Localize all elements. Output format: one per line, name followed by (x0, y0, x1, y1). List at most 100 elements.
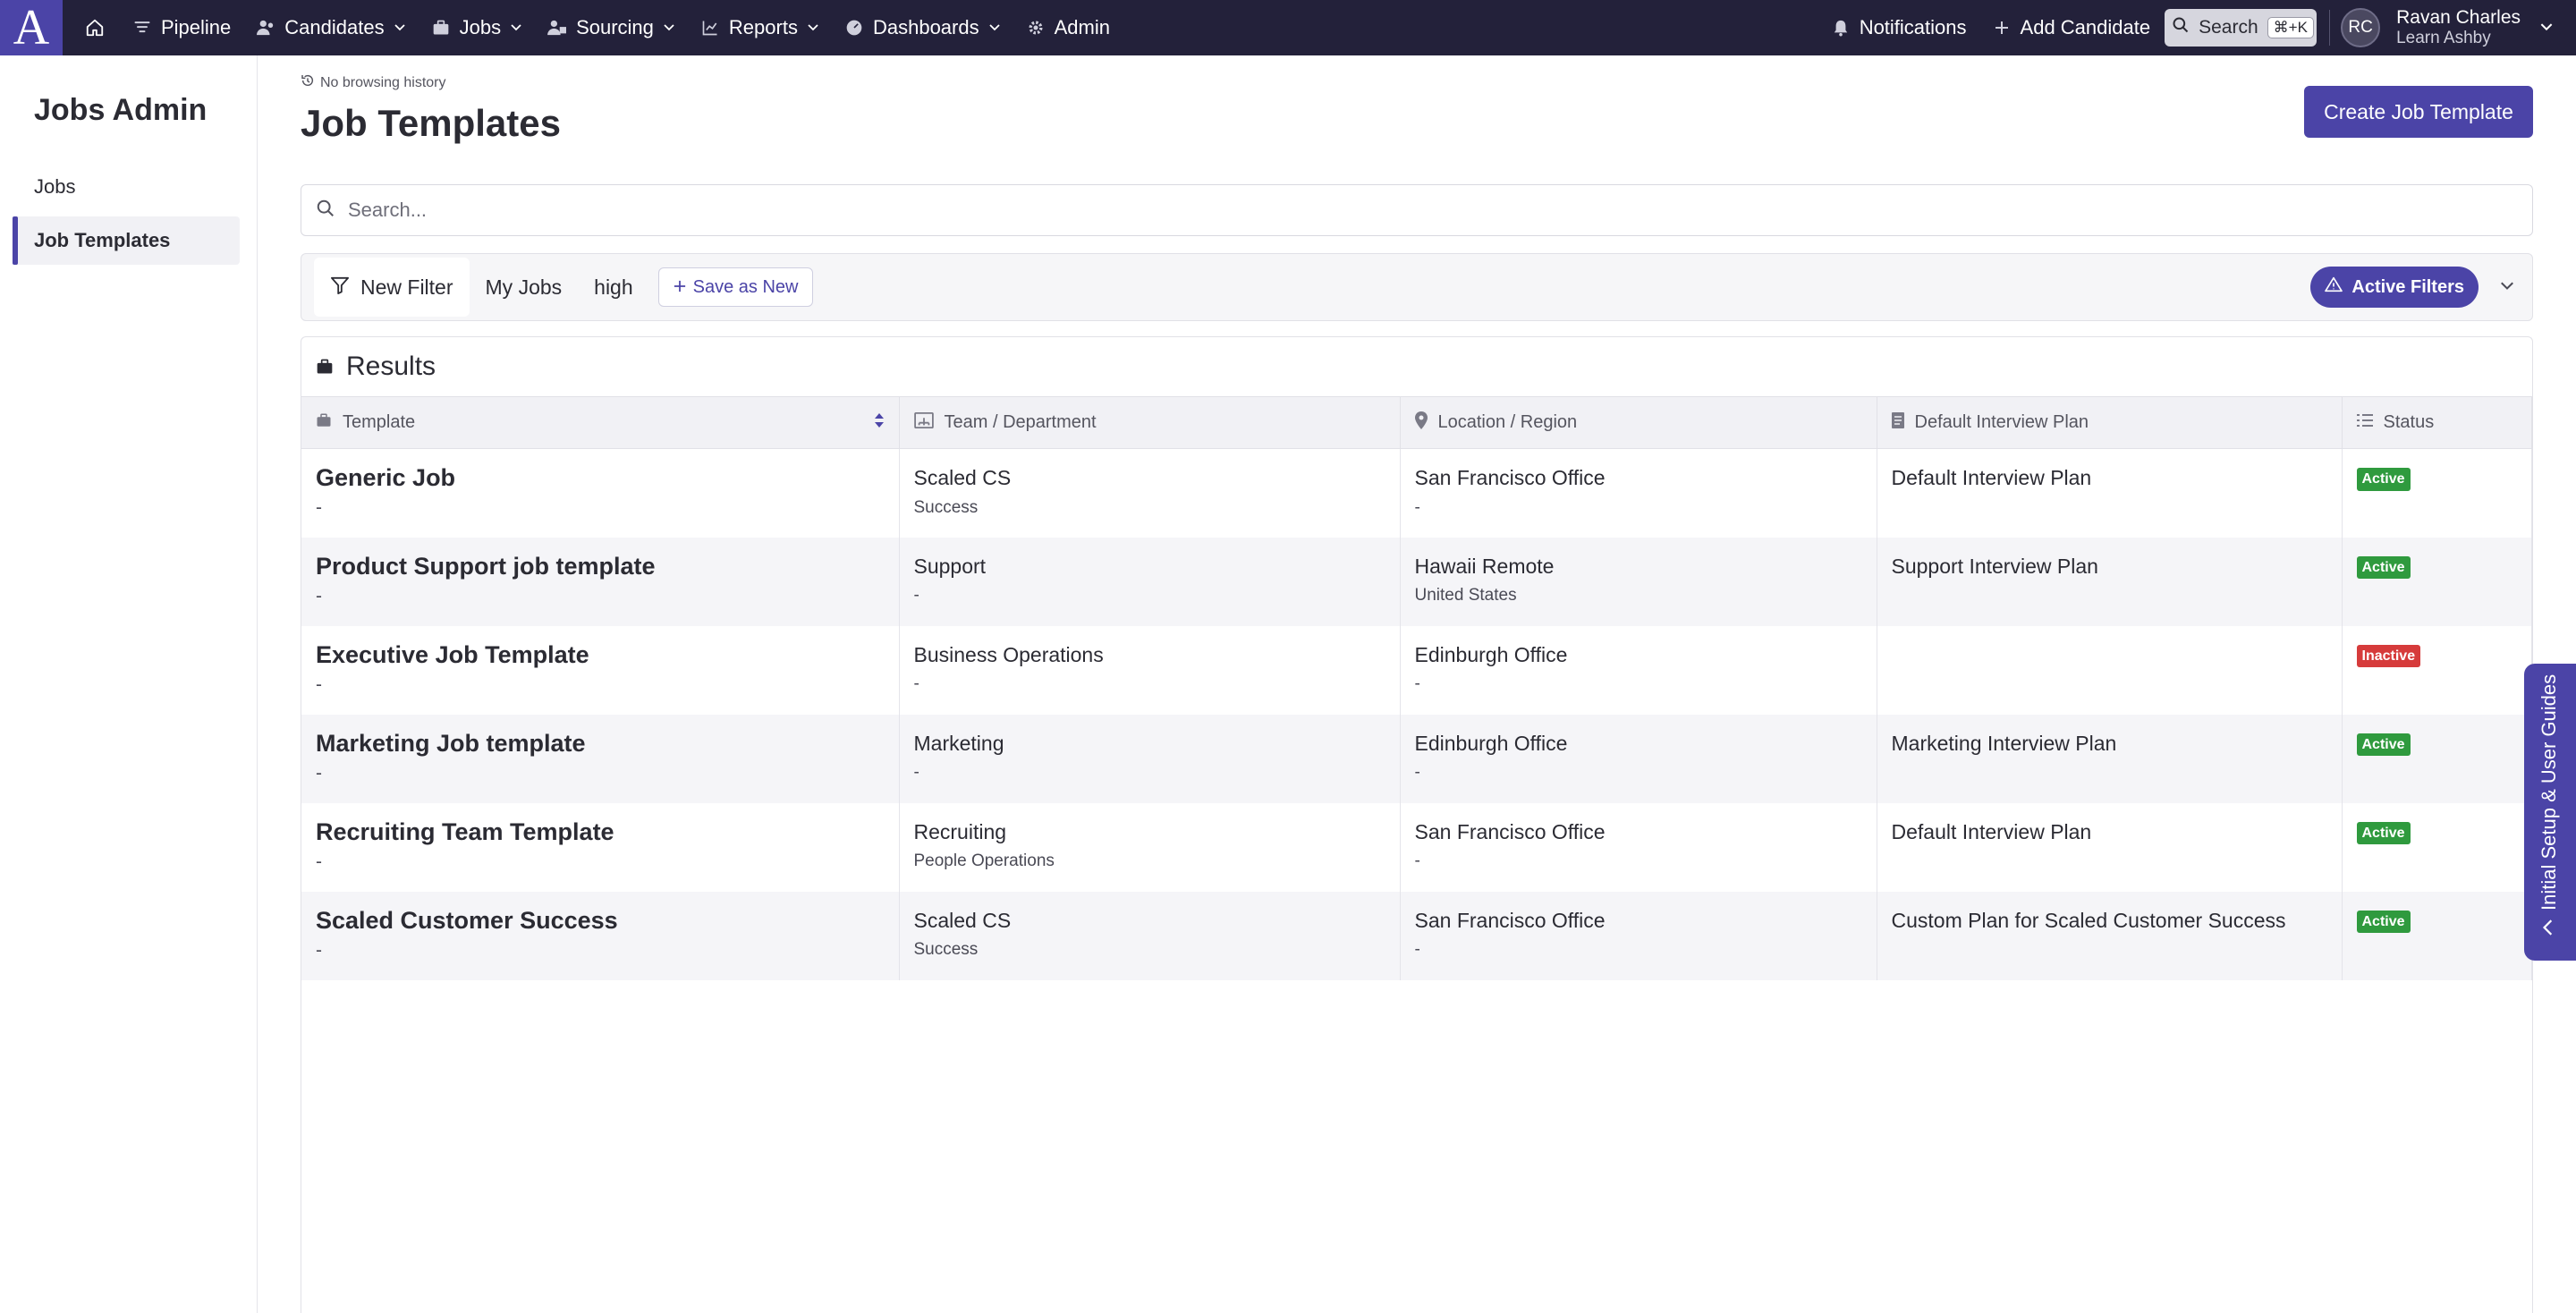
chevron-down-icon[interactable] (2540, 20, 2553, 36)
template-name[interactable]: Marketing Job template (316, 729, 885, 758)
gear-icon (1026, 18, 1046, 38)
location-name: Hawaii Remote (1414, 554, 1555, 578)
template-name[interactable]: Scaled Customer Success (316, 906, 885, 935)
interview-plan: Default Interview Plan (1891, 819, 2092, 843)
global-search-label: Search (2199, 17, 2258, 38)
top-nav: A Pipeline Candidates Jobs Sourcing Repo… (0, 0, 2576, 55)
nav-sourcing[interactable]: Sourcing (535, 0, 688, 55)
table-row[interactable]: Product Support job template - Support - H… (301, 537, 2532, 626)
results-panel: Results Template Team / Department Locat… (301, 336, 2533, 1313)
status-badge: Inactive (2356, 644, 2421, 668)
org-chart-icon (913, 411, 934, 434)
nav-jobs-label: Jobs (459, 16, 502, 38)
column-header-location[interactable]: Location / Region (1400, 396, 1877, 449)
avatar[interactable]: RC (2341, 8, 2381, 47)
region-name: - (1414, 940, 1420, 960)
sidebar-item-jobs[interactable]: Jobs (13, 163, 240, 211)
results-title: Results (346, 352, 436, 381)
create-job-template-button[interactable]: Create Job Template (2304, 86, 2533, 138)
add-candidate-button[interactable]: Add Candidate (1979, 0, 2164, 55)
nav-candidates-label: Candidates (284, 16, 385, 38)
briefcase-icon (316, 412, 332, 433)
template-name[interactable]: Recruiting Team Template (316, 817, 885, 846)
sidebar: Jobs Admin Jobs Job Templates (0, 55, 258, 1313)
nav-dashboards-label: Dashboards (872, 16, 979, 38)
table-row[interactable]: Generic Job - Scaled CS Success San Franci… (301, 448, 2532, 538)
user-organization: Learn Ashby (2396, 29, 2491, 48)
home-icon[interactable] (70, 0, 120, 55)
tab-my-jobs[interactable]: My Jobs (470, 258, 579, 317)
template-name[interactable]: Product Support job template (316, 552, 885, 580)
nav-pipeline-label: Pipeline (161, 16, 232, 38)
search-icon (2172, 16, 2190, 39)
history-icon (301, 73, 315, 92)
search-shortcut: ⌘+K (2267, 17, 2314, 38)
save-as-new-button[interactable]: Save as New (657, 267, 814, 307)
template-name[interactable]: Generic Job (316, 463, 885, 492)
template-subtext: - (316, 939, 322, 961)
interview-plan: Custom Plan for Scaled Customer Success (1891, 908, 2286, 932)
nav-candidates[interactable]: Candidates (243, 0, 418, 55)
user-name: Ravan Charles (2396, 7, 2521, 28)
nav-admin[interactable]: Admin (1013, 0, 1123, 55)
team-name: Scaled CS (913, 908, 1012, 932)
tab-high[interactable]: high (578, 258, 648, 317)
sourcing-icon (547, 18, 567, 38)
chevron-down-icon[interactable] (2500, 279, 2514, 295)
global-search-button[interactable]: Search ⌘+K (2165, 9, 2318, 47)
region-name: - (1414, 674, 1420, 694)
add-candidate-label: Add Candidate (2020, 16, 2151, 38)
table-row[interactable]: Executive Job Template - Business Operati… (301, 625, 2532, 715)
plus-icon (1992, 18, 2012, 38)
briefcase-icon (316, 352, 334, 382)
template-name[interactable]: Executive Job Template (316, 640, 885, 669)
template-subtext: - (316, 762, 322, 784)
team-name: Marketing (913, 731, 1004, 755)
column-label: Team / Department (944, 412, 1097, 432)
location-name: Edinburgh Office (1414, 642, 1568, 666)
filter-bar: New Filter My Jobs high Save as New Acti… (301, 253, 2533, 321)
search-input[interactable] (348, 199, 2405, 222)
nav-admin-label: Admin (1054, 16, 1110, 38)
notifications-button[interactable]: Notifications (1818, 0, 1979, 55)
setup-guides-tab[interactable]: Initial Setup & User Guides (2524, 664, 2576, 961)
region-name: United States (1414, 586, 1517, 606)
results-table: Template Team / Department Location / Re… (301, 396, 2532, 980)
nav-reports[interactable]: Reports (688, 0, 832, 55)
users-icon (256, 18, 275, 38)
column-header-template[interactable]: Template (301, 396, 900, 449)
column-header-status[interactable]: Status (2342, 396, 2532, 449)
nav-divider (2329, 10, 2331, 46)
search-field[interactable] (301, 184, 2533, 236)
department-name: - (913, 586, 919, 606)
ashby-logo[interactable]: A (0, 0, 63, 55)
chevron-down-icon (988, 21, 1001, 34)
sidebar-item-job-templates[interactable]: Job Templates (13, 216, 240, 265)
table-row[interactable]: Recruiting Team Template - Recruiting Peop… (301, 802, 2532, 892)
main-content: No browsing history Job Templates Create… (258, 55, 2576, 1313)
column-header-team[interactable]: Team / Department (899, 396, 1401, 449)
column-header-interview-plan[interactable]: Default Interview Plan (1877, 396, 2343, 449)
warning-icon (2325, 276, 2343, 298)
sort-icon[interactable] (874, 412, 885, 434)
department-name: - (913, 674, 919, 694)
gauge-icon (844, 18, 864, 38)
sidebar-title: Jobs Admin (34, 93, 208, 127)
nav-pipeline[interactable]: Pipeline (120, 0, 243, 55)
department-name: People Operations (913, 851, 1055, 871)
interview-plan: Support Interview Plan (1891, 554, 2098, 578)
nav-jobs[interactable]: Jobs (419, 0, 535, 55)
column-label: Status (2383, 412, 2435, 432)
browsing-history[interactable]: No browsing history (301, 73, 446, 92)
tab-new-filter[interactable]: New Filter (314, 258, 470, 317)
nav-dashboards[interactable]: Dashboards (832, 0, 1013, 55)
chevron-down-icon (663, 21, 675, 34)
chart-line-icon (700, 18, 720, 38)
template-subtext: - (316, 497, 322, 519)
table-row[interactable]: Marketing Job template - Marketing - Edinb… (301, 714, 2532, 803)
user-menu[interactable]: Ravan Charles Learn Ashby (2396, 7, 2521, 48)
page-title: Job Templates (301, 102, 561, 144)
table-row[interactable]: Scaled Customer Success - Scaled CS Succes… (301, 891, 2532, 980)
active-filters-button[interactable]: Active Filters (2310, 267, 2479, 308)
template-subtext: - (316, 673, 322, 695)
